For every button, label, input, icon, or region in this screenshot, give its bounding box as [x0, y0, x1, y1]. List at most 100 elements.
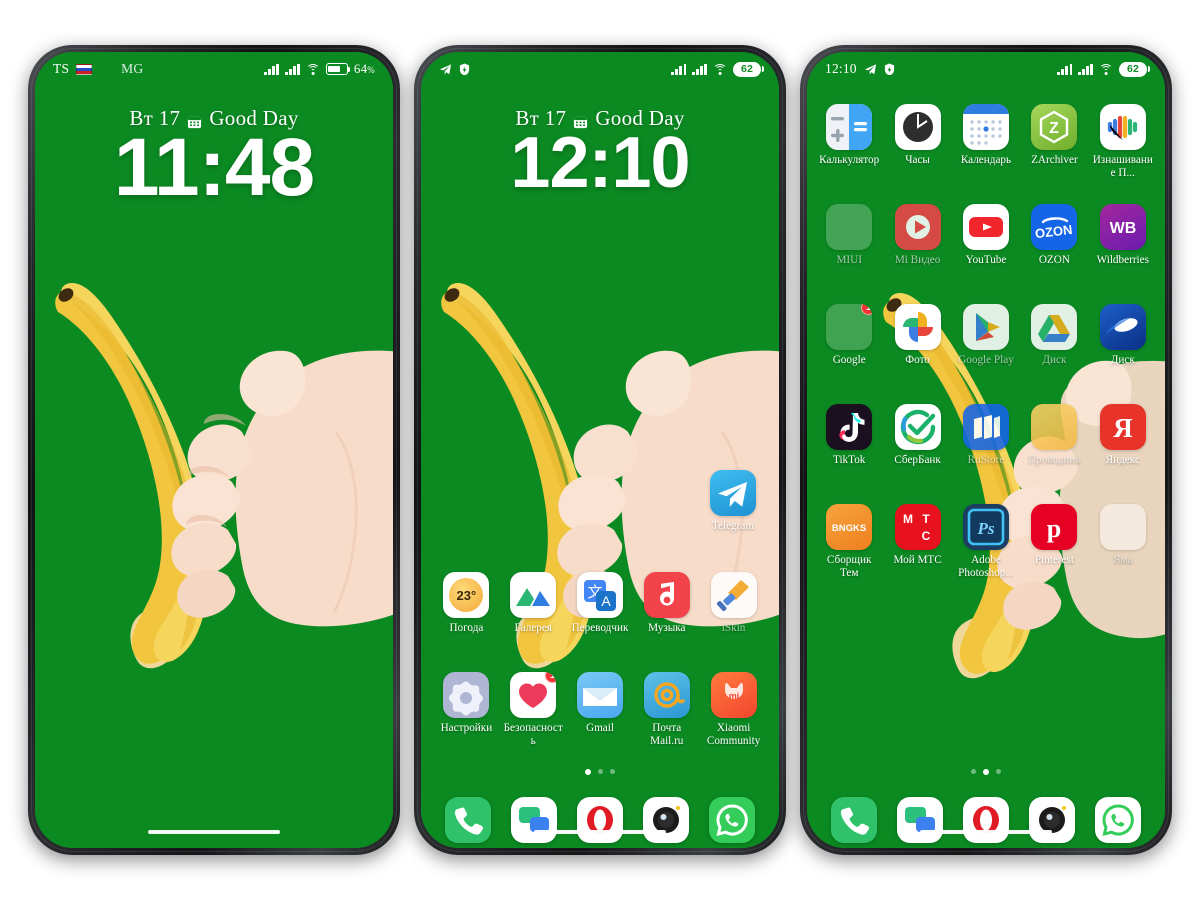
dock-item-phone[interactable] — [821, 797, 887, 843]
dock-item-messages[interactable] — [501, 797, 567, 843]
status-bar-left — [439, 62, 470, 76]
app-google-play[interactable]: Google Play — [952, 304, 1020, 367]
app-kalkulyator[interactable]: Калькулятор — [815, 104, 883, 179]
google-photos-icon — [894, 304, 941, 350]
carrier-label: TS — [53, 61, 70, 76]
dock-item-phone[interactable] — [435, 797, 501, 843]
app-xiaomi-community[interactable]: mi Xiaomi Community — [700, 672, 767, 747]
dock-item-messages[interactable] — [887, 797, 953, 843]
google-drive-icon — [1031, 304, 1078, 350]
mailru-icon — [643, 672, 690, 718]
page-indicator[interactable] — [807, 769, 1165, 775]
page-indicator[interactable] — [421, 769, 779, 775]
app-wildberries[interactable]: WB Wildberries — [1089, 204, 1157, 267]
wifi-icon — [1099, 63, 1113, 75]
page-dot-1[interactable] — [585, 769, 591, 775]
dock — [421, 797, 779, 843]
app-kalendar[interactable]: Календарь — [952, 104, 1020, 179]
page-dot-2[interactable] — [598, 769, 603, 774]
folder-icon — [1099, 504, 1146, 550]
app-tiktok[interactable]: TikTok — [815, 404, 883, 467]
app-label: Gmail — [586, 722, 614, 734]
app-telegram[interactable]: Telegram — [699, 470, 767, 533]
app-folder-google[interactable]: 1 Google — [815, 304, 883, 367]
ozon-icon: OZON — [1031, 204, 1078, 250]
app-sborshchik-tem[interactable]: BNGKS Сборщик Тем — [815, 504, 883, 579]
app-sberbank[interactable]: СберБанк — [883, 404, 951, 467]
home-indicator[interactable] — [920, 829, 1052, 834]
app-galereya[interactable]: Галерея — [500, 572, 567, 635]
app-foto[interactable]: Фото — [883, 304, 951, 367]
app-google-drive[interactable]: Диск — [1020, 304, 1088, 367]
dock — [807, 797, 1165, 843]
svg-text:mi: mi — [728, 691, 739, 701]
dock-item-opera[interactable] — [953, 797, 1019, 843]
app-youtube[interactable]: YouTube — [952, 204, 1020, 267]
dock-item-whatsapp[interactable] — [1085, 797, 1151, 843]
app-pogoda[interactable]: 23° Погода — [433, 572, 500, 635]
app-perevodchik[interactable]: 文A Переводчик — [567, 572, 634, 635]
svg-text:p: p — [1047, 514, 1061, 543]
app-folder-miui[interactable]: MIUI — [815, 204, 883, 267]
app-label: Настройки — [440, 722, 493, 734]
dock-item-camera[interactable] — [633, 797, 699, 843]
wear-heart-icon — [1099, 104, 1146, 150]
signal-bars-icon — [671, 63, 687, 75]
app-bezopasnost[interactable]: 1 Безопасность — [500, 672, 567, 747]
battery-badge: 62 — [733, 61, 764, 77]
gmail-icon — [576, 672, 623, 718]
app-mi-video[interactable]: Mi Видео — [883, 204, 951, 267]
app-yandex[interactable]: Я Яндекс — [1089, 404, 1157, 467]
app-ozon[interactable]: OZON OZON — [1020, 204, 1088, 267]
app-muzyka[interactable]: Музыка — [633, 572, 700, 635]
lockscreen-clock-widget[interactable]: Вт 17 Good Day 11:48 — [35, 106, 393, 208]
app-mailru[interactable]: Почта Mail.ru — [633, 672, 700, 747]
dock-item-opera[interactable] — [567, 797, 633, 843]
app-label: Google Play — [958, 354, 1014, 366]
home-indicator[interactable] — [534, 829, 666, 834]
page-dot-1[interactable] — [971, 769, 976, 774]
page-dot-2[interactable] — [983, 769, 989, 775]
home-grid-row-2: Настройки 1 Безопасность Gmail Почта Mai… — [421, 672, 779, 747]
camera-icon — [643, 797, 689, 843]
status-bar-left: 12:10 — [825, 61, 895, 77]
app-rustore[interactable]: RuStore — [952, 404, 1020, 467]
gallery-icon — [510, 572, 557, 618]
app-nastroyki[interactable]: Настройки — [433, 672, 500, 747]
app-iskin[interactable]: iSkin — [700, 572, 767, 635]
phone-icon — [445, 797, 491, 843]
app-photoshop[interactable]: Ps Adobe Photoshop... — [952, 504, 1020, 579]
app-chasy[interactable]: Часы — [883, 104, 951, 179]
app-label: MIUI — [836, 254, 862, 266]
app-gmail[interactable]: Gmail — [567, 672, 634, 747]
app-iznashivanie[interactable]: Изнашивание П... — [1089, 104, 1157, 179]
phone-3-screen[interactable]: 12:10 62 Калькулятор Часы Календарь Z ZA… — [807, 52, 1165, 848]
app-label: RuStore — [967, 454, 1005, 466]
home-indicator[interactable] — [148, 829, 280, 834]
status-bar: 62 — [421, 52, 779, 86]
phone-1-screen[interactable]: TS MG 64% Вт 17 Good Day 11:48 — [35, 52, 393, 848]
dock-item-whatsapp[interactable] — [699, 797, 765, 843]
signal-bars-icon-2 — [285, 63, 300, 75]
app-moy-mts[interactable]: МТС Мой МТС — [883, 504, 951, 579]
app-provodnik[interactable]: Проводник — [1020, 404, 1088, 467]
app-label: Mi Видео — [894, 254, 941, 266]
app-label: Adobe Photoshop... — [958, 554, 1014, 579]
yandex-icon: Я — [1099, 404, 1146, 450]
app-folder-yama[interactable]: Яма — [1089, 504, 1157, 579]
telegram-send-icon — [864, 63, 877, 76]
app-label: TikTok — [833, 454, 866, 466]
shield-icon — [884, 62, 895, 76]
app-yandex-disk[interactable]: Диск — [1089, 304, 1157, 367]
home-clock-widget[interactable]: Вт 17 Good Day 12:10 — [421, 106, 779, 199]
tiktok-icon — [826, 404, 873, 450]
page-dot-3[interactable] — [610, 769, 615, 774]
clock-icon — [894, 104, 941, 150]
app-zarchiver[interactable]: Z ZArchiver — [1020, 104, 1088, 179]
mi-video-icon — [894, 204, 941, 250]
dock-item-camera[interactable] — [1019, 797, 1085, 843]
app-pinterest[interactable]: p Pinterest — [1020, 504, 1088, 579]
phone-2-screen[interactable]: 62 Вт 17 Good Day 12:10 Telegram 23° Пог… — [421, 52, 779, 848]
page-dot-3[interactable] — [996, 769, 1001, 774]
theme-builder-icon: BNGKS — [826, 504, 873, 550]
